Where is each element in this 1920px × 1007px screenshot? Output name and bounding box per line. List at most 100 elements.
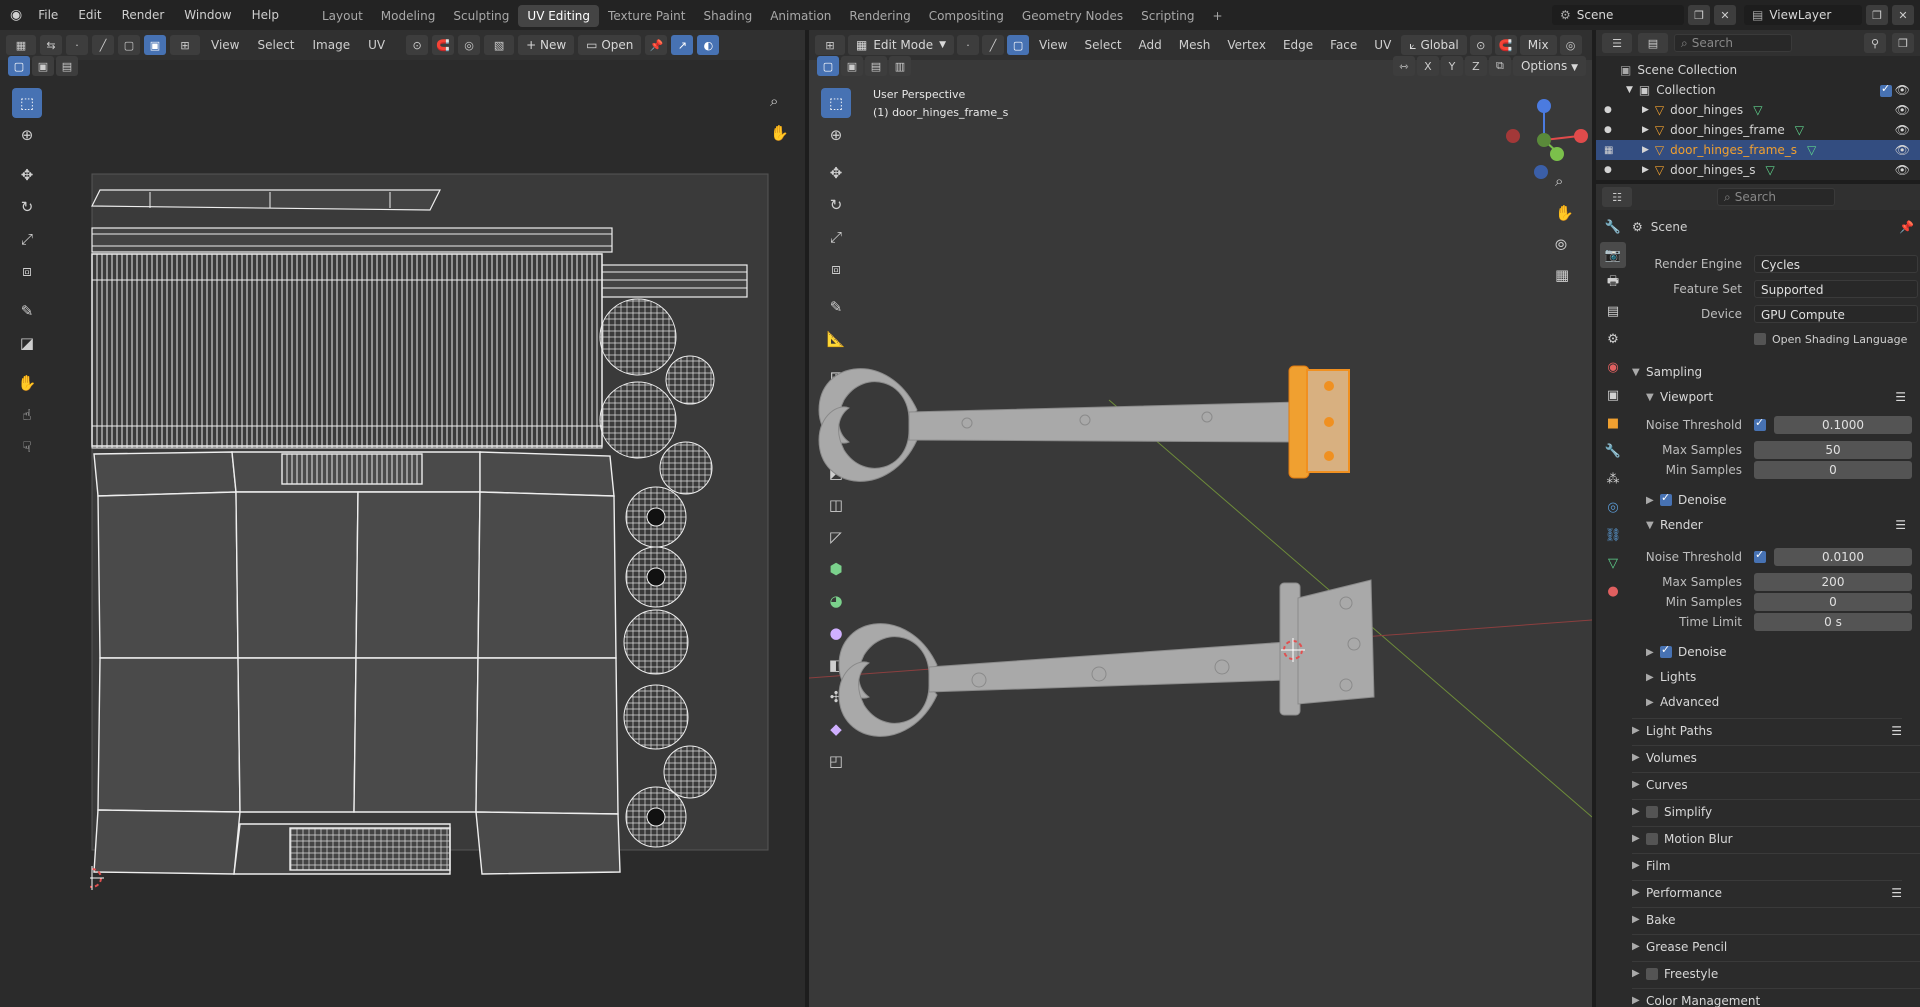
viewport-noise-threshold-checkbox[interactable] <box>1754 416 1766 431</box>
object-tab-icon[interactable]: ■ <box>1600 410 1626 436</box>
advanced-subpanel[interactable]: ▶ Advanced <box>1646 690 1920 714</box>
render-tab-icon[interactable]: 📷 <box>1600 242 1626 268</box>
properties-editor-type-icon[interactable]: ☷ <box>1602 187 1632 207</box>
simplify-checkbox[interactable] <box>1646 805 1658 818</box>
visibility-eye-icon[interactable]: 👁 <box>1895 143 1910 157</box>
select-mode-new-icon[interactable]: ▢ <box>8 56 30 76</box>
new-view-layer-icon[interactable]: ❐ <box>1866 5 1888 25</box>
collection-tab-icon[interactable]: ▣ <box>1600 382 1626 408</box>
pinch-tool-icon[interactable]: ☟ <box>12 432 42 462</box>
outliner-item-door-hinges-frame-s[interactable]: ▦ ▶ ▽ door_hinges_frame_s ▽ 👁 <box>1596 140 1920 160</box>
mirror-icon[interactable]: ⇿ <box>1392 56 1415 76</box>
proportional-edit-icon[interactable]: ◎ <box>458 35 481 55</box>
presets-list-icon[interactable]: ☰ <box>1895 390 1906 404</box>
particles-tab-icon[interactable]: ⁂ <box>1600 466 1626 492</box>
data-tab-icon[interactable]: ▽ <box>1600 550 1626 576</box>
proportional-falloff-selector[interactable]: Mix <box>1519 35 1557 55</box>
render-noise-threshold-field[interactable]: 0.0100 <box>1774 548 1912 566</box>
viewport-noise-threshold-field[interactable]: 0.1000 <box>1774 416 1912 434</box>
uv-canvas[interactable] <box>90 172 770 892</box>
new-image-button[interactable]: + New <box>518 35 575 55</box>
presets-list-icon[interactable]: ☰ <box>1891 724 1902 738</box>
vertex-mode-icon[interactable]: · <box>957 35 980 55</box>
time-limit-field[interactable]: 0 s <box>1754 613 1912 631</box>
vp-select-subtract-icon[interactable]: ▤ <box>865 56 887 76</box>
vp-menu-uv[interactable]: UV <box>1367 38 1398 52</box>
viewport-denoise-subpanel[interactable]: ▶ Denoise <box>1646 488 1920 512</box>
edge-select-icon[interactable]: ╱ <box>92 35 114 55</box>
world-tab-icon[interactable]: ◉ <box>1600 354 1626 380</box>
tab-layout[interactable]: Layout <box>313 5 372 27</box>
delete-view-layer-icon[interactable]: ✕ <box>1892 5 1914 25</box>
feature-set-dropdown[interactable]: Supported <box>1754 280 1918 298</box>
uv-menu-image[interactable]: Image <box>306 38 358 52</box>
tab-modeling[interactable]: Modeling <box>372 5 445 27</box>
outliner-search-input[interactable]: ⌕ Search <box>1674 34 1792 52</box>
vp-select-extend-icon[interactable]: ▣ <box>841 56 863 76</box>
vp-menu-select[interactable]: Select <box>1078 38 1129 52</box>
render-engine-dropdown[interactable]: Cycles <box>1754 255 1918 273</box>
pin-context-icon[interactable]: 📌 <box>1899 220 1914 234</box>
rip-tool-icon[interactable]: ◪ <box>12 328 42 358</box>
view-layer-tab-icon[interactable]: ▤ <box>1600 298 1626 324</box>
cursor-tool-icon[interactable]: ⊕ <box>12 120 42 150</box>
image-browse-icon[interactable]: ▧ <box>484 35 515 55</box>
menu-help[interactable]: Help <box>242 0 289 30</box>
viewport-min-samples-field[interactable]: 0 <box>1754 461 1912 479</box>
render-denoise-subpanel[interactable]: ▶ Denoise <box>1646 640 1920 664</box>
collection-checkbox[interactable] <box>1880 82 1892 97</box>
presets-list-icon[interactable]: ☰ <box>1895 518 1906 532</box>
vp-menu-vertex[interactable]: Vertex <box>1220 38 1273 52</box>
vp-proportional-icon[interactable]: ◎ <box>1559 35 1582 55</box>
outliner-scene-collection[interactable]: ▣ Scene Collection <box>1596 60 1920 80</box>
output-tab-icon[interactable]: 🖶 <box>1600 270 1626 296</box>
auto-merge-icon[interactable]: ⧉ <box>1488 56 1511 76</box>
select-mode-subtract-icon[interactable]: ▤ <box>56 56 78 76</box>
pan-icon[interactable]: ✋ <box>770 124 789 142</box>
tab-geometry-nodes[interactable]: Geometry Nodes <box>1013 5 1132 27</box>
color-management-panel[interactable]: ▶ Color Management <box>1632 988 1920 1007</box>
menu-render[interactable]: Render <box>112 0 175 30</box>
motion-blur-checkbox[interactable] <box>1646 832 1658 845</box>
lights-subpanel[interactable]: ▶ Lights <box>1646 665 1920 689</box>
vp-menu-add[interactable]: Add <box>1132 38 1169 52</box>
hinge-mesh-2[interactable] <box>838 579 1375 737</box>
vp-menu-edge[interactable]: Edge <box>1276 38 1320 52</box>
scale-tool-icon[interactable]: ⤢ <box>12 224 42 254</box>
device-dropdown[interactable]: GPU Compute <box>1754 305 1918 323</box>
selected-hinge-frame[interactable] <box>1288 365 1350 479</box>
edge-mode-icon[interactable]: ╱ <box>982 35 1005 55</box>
display-mode-icon[interactable]: ▤ <box>1638 33 1668 53</box>
transform-orientation-selector[interactable]: ⟀ Global <box>1401 35 1467 55</box>
motion-blur-panel[interactable]: ▶ Motion Blur <box>1632 826 1920 850</box>
grab-tool-icon[interactable]: ✋ <box>12 368 42 398</box>
uv-sync-selection-icon[interactable]: ⇆ <box>40 35 62 55</box>
open-image-button[interactable]: ▭ Open <box>578 35 642 55</box>
tab-scripting[interactable]: Scripting <box>1132 5 1203 27</box>
island-select-icon[interactable]: ▣ <box>144 35 166 55</box>
filter-icon[interactable]: ⚲ <box>1864 33 1886 53</box>
outliner-editor-type-icon[interactable]: ☰ <box>1602 33 1632 53</box>
uv-menu-uv[interactable]: UV <box>361 38 392 52</box>
blender-logo-icon[interactable]: ◉ <box>0 0 28 30</box>
scene-tab-icon[interactable]: ⚙ <box>1600 326 1626 352</box>
osl-checkbox[interactable] <box>1754 333 1766 345</box>
visibility-eye-icon[interactable]: 👁 <box>1895 123 1910 137</box>
mode-selector[interactable]: ▦ Edit Mode ▼ <box>848 35 955 55</box>
volumes-panel[interactable]: ▶ Volumes <box>1632 745 1920 769</box>
tab-compositing[interactable]: Compositing <box>920 5 1013 27</box>
vp-select-new-icon[interactable]: ▢ <box>817 56 839 76</box>
pin-icon[interactable]: 📌 <box>645 35 668 55</box>
menu-window[interactable]: Window <box>174 0 241 30</box>
select-mode-extend-icon[interactable]: ▣ <box>32 56 54 76</box>
constraints-tab-icon[interactable]: ⛓ <box>1600 522 1626 548</box>
render-max-samples-field[interactable]: 200 <box>1754 573 1912 591</box>
vp-menu-mesh[interactable]: Mesh <box>1172 38 1218 52</box>
pivot-icon[interactable]: ⊙ <box>406 35 429 55</box>
presets-list-icon[interactable]: ☰ <box>1891 886 1902 900</box>
vp-snap-icon[interactable]: 🧲 <box>1494 35 1517 55</box>
outliner-item-door-hinges-s[interactable]: ● ▶ ▽ door_hinges_s ▽ 👁 <box>1596 160 1920 180</box>
overlays-icon[interactable]: ◐ <box>697 35 720 55</box>
vertex-select-icon[interactable]: · <box>66 35 88 55</box>
face-select-icon[interactable]: ▢ <box>118 35 140 55</box>
